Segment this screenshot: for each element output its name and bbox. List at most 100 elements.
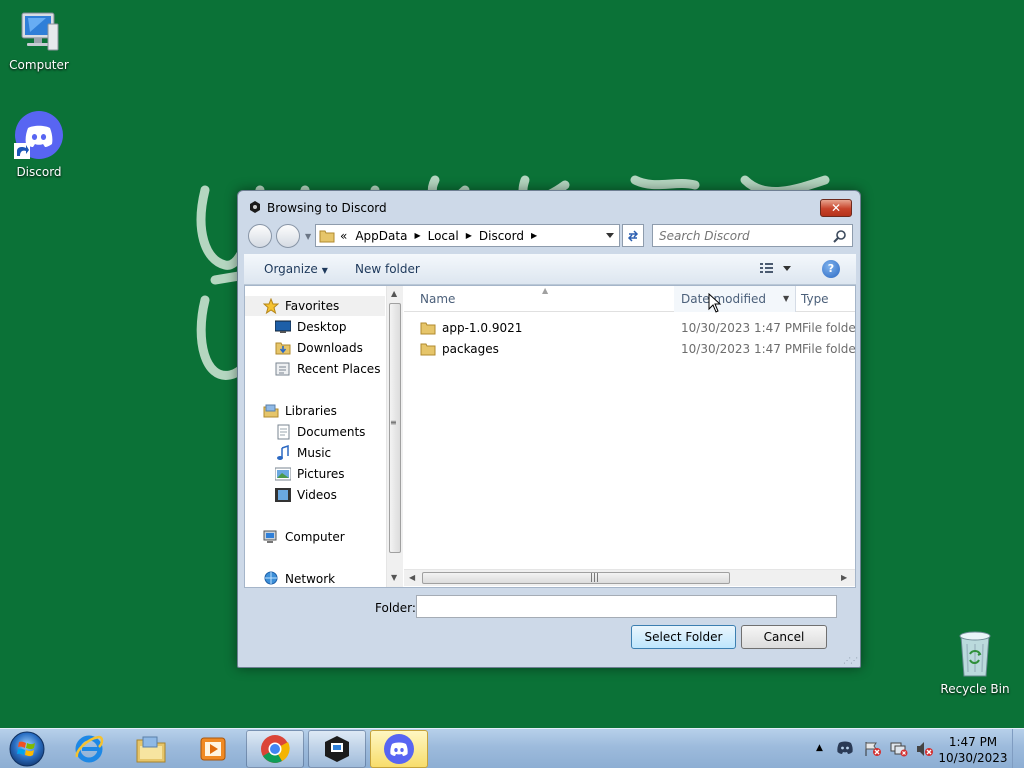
file-explorer-icon: [136, 736, 166, 763]
nav-scroll-thumb[interactable]: [389, 303, 401, 553]
column-header-date-modified[interactable]: Date modified: [681, 292, 766, 306]
breadcrumb-local[interactable]: Local: [428, 229, 459, 243]
app-installer-icon: [325, 736, 349, 762]
forward-button[interactable]: [276, 224, 300, 248]
search-input[interactable]: [659, 226, 829, 246]
desktop-icon-recycle-bin[interactable]: Recycle Bin: [937, 630, 1013, 696]
show-hidden-icons-icon[interactable]: ▲: [816, 743, 823, 753]
content-area: Favorites Desktop Downloads Recent Place…: [244, 285, 856, 588]
grip-icon: ≡: [390, 418, 397, 427]
search-icon[interactable]: [833, 229, 847, 243]
videos-icon: [275, 488, 291, 502]
close-button[interactable]: ✕: [820, 199, 852, 217]
view-options-icon: [760, 263, 791, 273]
cancel-button[interactable]: Cancel: [741, 625, 827, 649]
desktop-icon-computer[interactable]: Computer: [1, 10, 77, 72]
nav-item-desktop[interactable]: Desktop: [275, 317, 347, 337]
breadcrumb-arrow-icon[interactable]: ▶: [531, 231, 537, 245]
command-bar: Organize ▼ New folder ?: [244, 254, 856, 285]
nav-libraries[interactable]: Libraries: [263, 401, 337, 421]
file-row[interactable]: app-1.0.9021 10/30/2023 1:47 PM File fol…: [404, 318, 855, 338]
breadcrumb-arrow-icon[interactable]: ▶: [466, 231, 472, 245]
breadcrumb-overflow[interactable]: «: [340, 229, 347, 243]
taskbar-discord[interactable]: [370, 730, 428, 768]
recycle-bin-icon: [959, 631, 991, 677]
clock-date: 10/30/2023: [938, 751, 1008, 765]
nav-item-documents[interactable]: Documents: [275, 422, 365, 442]
refresh-button[interactable]: [622, 224, 644, 247]
chevron-down-icon[interactable]: ▼: [783, 294, 789, 303]
computer-icon: [263, 529, 279, 545]
scroll-up-icon[interactable]: ▲: [391, 289, 397, 298]
dialog-title: Browsing to Discord: [267, 201, 387, 215]
app-installer-icon: [250, 201, 260, 213]
breadcrumb-appdata[interactable]: AppData: [355, 229, 407, 243]
nav-item-label: Computer: [285, 530, 345, 544]
libraries-icon: [263, 403, 279, 419]
nav-favorites[interactable]: Favorites: [245, 296, 385, 316]
scroll-left-icon[interactable]: ◀: [409, 573, 415, 582]
taskbar-file-explorer[interactable]: [122, 730, 180, 768]
desktop-icon-discord[interactable]: Discord: [1, 111, 77, 179]
network-status-icon[interactable]: [890, 741, 908, 760]
file-row[interactable]: packages 10/30/2023 1:47 PM File folder: [404, 339, 855, 359]
chrome-icon: [261, 735, 290, 763]
folder-input[interactable]: [416, 595, 837, 618]
internet-explorer-icon: [75, 735, 104, 763]
scroll-down-icon[interactable]: ▼: [391, 573, 397, 582]
breadcrumb-discord[interactable]: Discord: [479, 229, 524, 243]
nav-item-label: Videos: [297, 488, 337, 502]
file-name: packages: [442, 342, 499, 356]
select-folder-button[interactable]: Select Folder: [631, 625, 736, 649]
change-view-button[interactable]: [759, 261, 793, 278]
file-date: 10/30/2023 1:47 PM: [681, 342, 803, 356]
volume-muted-icon[interactable]: [916, 741, 934, 760]
taskbar-app-installer[interactable]: [308, 730, 366, 768]
address-dropdown-icon[interactable]: [606, 233, 614, 238]
media-player-icon: [200, 737, 226, 761]
taskbar-chrome[interactable]: [246, 730, 304, 768]
h-scroll-thumb[interactable]: |||: [422, 572, 730, 584]
file-list-h-scrollbar[interactable]: ◀ ||| ▶: [404, 569, 855, 586]
file-list: ▲ Name Date modified ▼ Type app-1.0.9021…: [404, 286, 855, 587]
help-button[interactable]: ?: [822, 260, 840, 278]
new-folder-button[interactable]: New folder: [355, 262, 420, 276]
column-header-name[interactable]: Name: [420, 292, 455, 306]
grip-icon: |||: [590, 573, 600, 583]
nav-item-music[interactable]: Music: [275, 443, 331, 463]
start-button[interactable]: [6, 730, 48, 768]
taskbar-internet-explorer[interactable]: [60, 730, 118, 768]
nav-item-label: Pictures: [297, 467, 345, 481]
resize-grip-icon[interactable]: ⋰⋰: [843, 656, 858, 665]
column-header-type[interactable]: Type: [801, 292, 829, 306]
search-box[interactable]: [652, 224, 853, 247]
recent-pages-dropdown[interactable]: ▼: [305, 232, 311, 241]
organize-label: Organize: [264, 262, 318, 276]
taskbar-media-player[interactable]: [184, 730, 242, 768]
nav-item-label: Music: [297, 446, 332, 460]
file-name: app-1.0.9021: [442, 321, 523, 335]
title-bar[interactable]: Browsing to Discord ✕: [238, 191, 860, 221]
scroll-right-icon[interactable]: ▶: [841, 573, 847, 582]
nav-computer[interactable]: Computer: [263, 527, 345, 547]
breadcrumb: « AppData ▶ Local ▶ Discord ▶: [340, 229, 544, 243]
nav-network[interactable]: Network: [263, 569, 335, 587]
taskbar-clock[interactable]: 1:47 PM 10/30/2023: [937, 734, 1009, 766]
nav-item-videos[interactable]: Videos: [275, 485, 337, 505]
action-center-flag-icon[interactable]: [864, 741, 882, 760]
back-button[interactable]: [248, 224, 272, 248]
folder-label: Folder:: [375, 601, 416, 615]
nav-pane-scrollbar[interactable]: ▲ ≡ ▼: [386, 286, 403, 587]
address-bar[interactable]: « AppData ▶ Local ▶ Discord ▶: [315, 224, 620, 247]
breadcrumb-arrow-icon[interactable]: ▶: [414, 231, 420, 245]
desktop-icon-label: Recycle Bin: [940, 682, 1010, 696]
tray-discord-icon[interactable]: [836, 741, 854, 758]
nav-item-downloads[interactable]: Downloads: [275, 338, 363, 358]
downloads-folder-icon: [275, 340, 291, 356]
organize-button[interactable]: Organize ▼: [264, 262, 328, 276]
nav-item-pictures[interactable]: Pictures: [275, 464, 345, 484]
clock-time: 1:47 PM: [948, 735, 998, 749]
show-desktop-button[interactable]: [1012, 729, 1024, 768]
nav-item-recent-places[interactable]: Recent Places: [275, 359, 380, 379]
pictures-icon: [275, 467, 291, 481]
